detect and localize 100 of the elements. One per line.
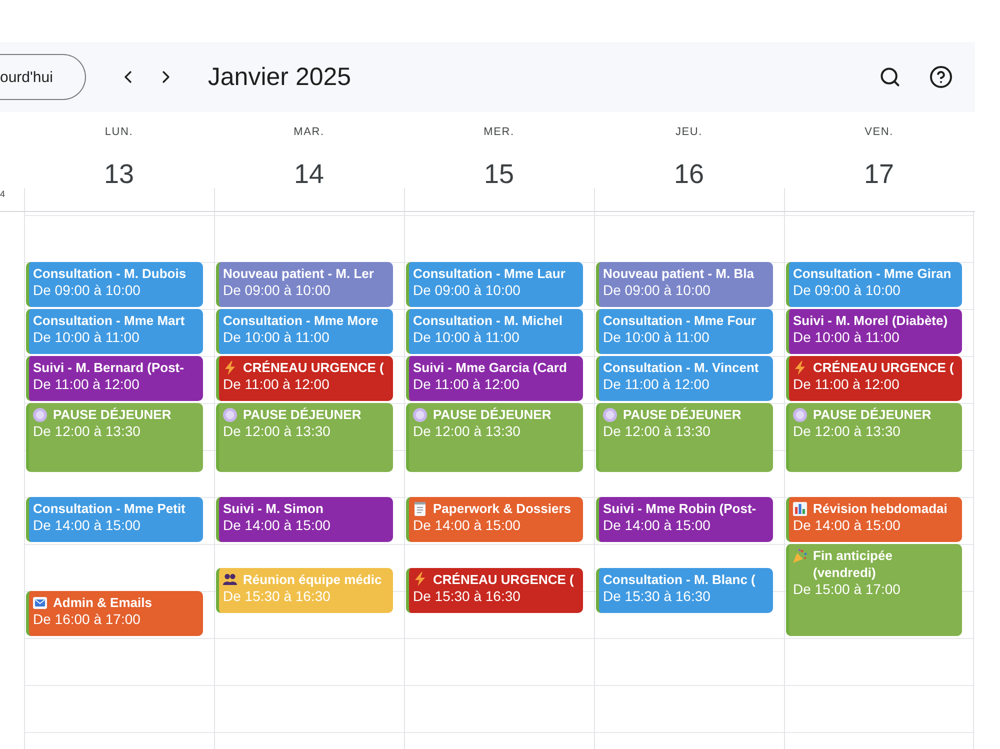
event-title: CRÉNEAU URGENCE ( [243,359,384,376]
event-time: De 10:00 à 11:00 [793,329,900,346]
calendar-event[interactable]: Consultation - Mme Mart De 10:00 à 11:00 [26,309,203,354]
event-time: De 09:00 à 10:00 [33,282,142,299]
calendar-event[interactable]: CRÉNEAU URGENCE ( De 15:30 à 16:30 [406,568,583,612]
calendar-event[interactable]: PAUSE DÉJEUNER De 12:00 à 13:30 [26,403,203,472]
calendar-event[interactable]: PAUSE DÉJEUNER De 12:00 à 13:30 [216,403,393,472]
calendar-event[interactable]: Nouveau patient - M. Ler De 09:00 à 10:00 [216,262,393,307]
event-title: PAUSE DÉJEUNER [243,406,362,423]
search-icon [879,66,901,88]
calendar-event[interactable]: Consultation - M. Dubois De 09:00 à 10:00 [26,262,203,307]
weekday-label: VEN. [864,126,894,138]
plate-icon [603,408,617,422]
calendar-event[interactable]: Consultation - Mme Four De 10:00 à 11:00 [596,309,773,354]
event-title: Consultation - Mme Laur [413,265,566,282]
calendar-event[interactable]: Révision hebdomadai De 14:00 à 15:00 [786,497,962,542]
lightning-icon [793,360,807,374]
event-title: Consultation - Mme Giran [793,265,952,282]
plate-icon [793,408,807,422]
calendar-event[interactable]: Paperwork & Dossiers De 14:00 à 15:00 [406,497,583,542]
calendar-event[interactable]: Suivi - M. Bernard (Post- De 11:00 à 12:00 [26,356,203,401]
calendar-event[interactable]: CRÉNEAU URGENCE ( De 11:00 à 12:00 [786,356,962,401]
event-title: Consultation - Mme Petit [33,500,186,517]
weekday-label: LUN. [104,126,134,138]
event-time: De 11:00 à 12:00 [603,376,710,393]
event-time: De 12:00 à 13:30 [223,423,332,440]
event-time: De 15:30 à 16:30 [603,588,712,604]
day-number[interactable]: 13 [104,158,134,190]
month-title: Janvier 2025 [208,62,352,92]
help-icon [929,65,953,89]
event-title: Paperwork & Dossiers [433,500,572,517]
event-title: Suivi - M. Bernard (Post- [33,359,184,376]
event-title: Consultation - M. Blanc ( [603,570,756,588]
event-title: Consultation - M. Michel [413,312,562,329]
event-title: PAUSE DÉJEUNER [813,406,932,423]
today-button[interactable]: ourd'hui [0,54,86,100]
calendar-event[interactable]: Consultation - M. Vincent De 11:00 à 12:00 [596,356,773,401]
event-time: De 12:00 à 13:30 [413,423,522,440]
event-title: PAUSE DÉJEUNER [623,406,742,423]
event-time: De 14:00 à 15:00 [33,517,142,534]
event-title: Consultation - Mme More [223,312,378,329]
event-title: Suivi - M. Morel (Diabète) [793,312,948,329]
event-time: De 09:00 à 10:00 [413,282,522,299]
event-title: Réunion équipe médic [243,570,382,588]
event-title: Admin & Emails [53,594,152,611]
calendar-event[interactable]: PAUSE DÉJEUNER De 12:00 à 13:30 [786,403,962,472]
event-time: De 11:00 à 12:00 [223,376,330,393]
event-time: De 10:00 à 11:00 [223,329,330,346]
notepad-icon [413,502,427,516]
event-title: Révision hebdomadai [813,500,948,517]
event-title: Consultation - Mme Mart [33,312,185,329]
event-title: Suivi - Mme Garcia (Card [413,359,567,376]
event-time: De 11:00 à 12:00 [413,376,520,393]
calendar-event[interactable]: Consultation - M. Michel De 10:00 à 11:00 [406,309,583,354]
event-title: PAUSE DÉJEUNER [53,406,172,423]
event-time: De 14:00 à 15:00 [603,517,712,534]
calendar-event[interactable]: Consultation - Mme Laur De 09:00 à 10:00 [406,262,583,307]
event-time: De 11:00 à 12:00 [33,376,140,393]
event-title: Fin anticipée (vendredi) [813,547,894,581]
event-title: Nouveau patient - M. Bla [603,265,754,282]
timezone-label: 4 [0,189,6,199]
event-time: De 15:30 à 16:30 [223,588,332,604]
plate-icon [413,408,427,422]
day-number[interactable]: 17 [864,158,894,190]
envelope-icon [33,596,47,610]
event-title: Consultation - Mme Four [603,312,756,329]
calendar-event[interactable]: Suivi - M. Simon De 14:00 à 15:00 [216,497,393,542]
lightning-icon [413,572,427,586]
calendar-event[interactable]: Nouveau patient - M. Bla De 09:00 à 10:00 [596,262,773,307]
calendar-event[interactable]: Fin anticipée (vendredi) De 15:00 à 17:00 [786,544,962,636]
event-time: De 11:00 à 12:00 [793,376,900,393]
calendar-event[interactable]: CRÉNEAU URGENCE ( De 11:00 à 12:00 [216,356,393,401]
calendar-event[interactable]: Consultation - Mme More De 10:00 à 11:00 [216,309,393,354]
event-title: CRÉNEAU URGENCE ( [813,359,954,376]
event-time: De 14:00 à 15:00 [413,517,522,534]
day-number[interactable]: 15 [484,158,514,190]
lightning-icon [223,360,237,374]
event-time: De 14:00 à 15:00 [223,517,332,534]
event-title: Suivi - M. Simon [223,500,324,517]
calendar-event[interactable]: Suivi - Mme Garcia (Card De 11:00 à 12:00 [406,356,583,401]
calendar-event[interactable]: PAUSE DÉJEUNER De 12:00 à 13:30 [406,403,583,472]
day-number[interactable]: 14 [294,158,324,190]
calendar-event[interactable]: Consultation - M. Blanc ( De 15:30 à 16:30 [596,568,773,612]
day-number[interactable]: 16 [674,158,704,190]
event-time: De 12:00 à 13:30 [603,423,712,440]
calendar-event[interactable]: Consultation - Mme Giran De 09:00 à 10:00 [786,262,962,307]
calendar-event[interactable]: Suivi - M. Morel (Diabète) De 10:00 à 11:00 [786,309,962,354]
event-title: Consultation - M. Dubois [33,265,186,282]
weekday-label: MER. [484,126,514,138]
calendar-event[interactable]: PAUSE DÉJEUNER De 12:00 à 13:30 [596,403,773,472]
event-title: Consultation - M. Vincent [603,359,759,376]
plate-icon [33,408,47,422]
calendar-event[interactable]: Admin & Emails De 16:00 à 17:00 [26,591,203,636]
event-title: CRÉNEAU URGENCE ( [433,570,574,588]
calendar-event[interactable]: Consultation - Mme Petit De 14:00 à 15:00 [26,497,203,542]
people-icon [223,572,237,586]
event-title: PAUSE DÉJEUNER [433,406,552,423]
calendar-event[interactable]: Suivi - Mme Robin (Post- De 14:00 à 15:00 [596,497,773,542]
event-title: Suivi - Mme Robin (Post- [603,500,756,517]
event-time: De 12:00 à 13:30 [793,423,902,440]
